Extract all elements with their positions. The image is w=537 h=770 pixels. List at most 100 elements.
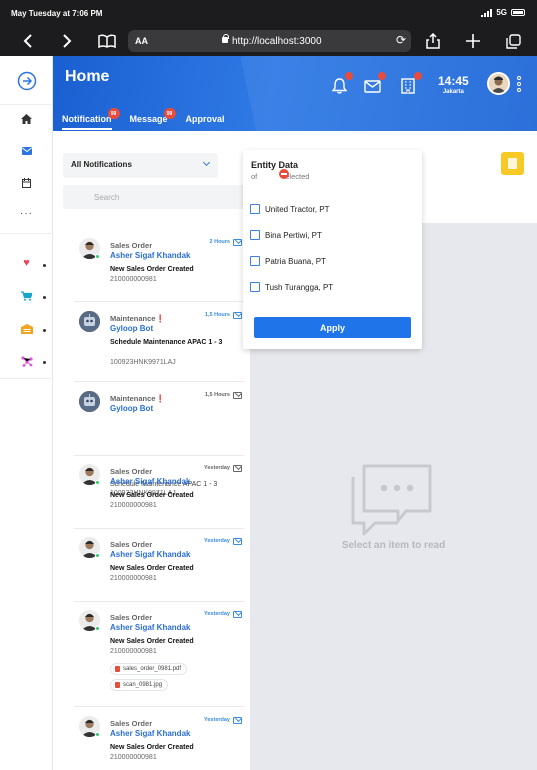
tab-notification[interactable]: Notification 99 (62, 108, 120, 130)
tab-message-badge: 99 (163, 108, 176, 119)
entity-option[interactable]: Tush Turangga, PT (250, 282, 333, 292)
new-tab-button[interactable] (462, 30, 484, 52)
notification-item[interactable]: Sales Order Asher Sigaf Khandak Yesterda… (74, 456, 244, 529)
entity-option-label: Tush Turangga, PT (265, 282, 334, 292)
address-bar[interactable]: AA http://localhost:3000 ⟳ (128, 30, 411, 52)
notification-item[interactable]: Sales Order Asher Sigaf Khandak Yesterda… (74, 529, 244, 602)
clock-time: 14:45 (438, 74, 469, 88)
notifications-button[interactable] (329, 72, 353, 96)
item-sender: Asher Sigaf Khandak (110, 251, 191, 260)
back-button[interactable] (17, 30, 39, 52)
building-badge (414, 72, 422, 80)
online-indicator (95, 553, 100, 558)
plus-icon (466, 34, 480, 48)
item-message: New Sales Order Created (110, 744, 194, 751)
notes-button[interactable] (501, 152, 524, 175)
unread-envelope-icon (233, 239, 242, 246)
home-icon (21, 114, 32, 124)
attachment-chip[interactable]: sales_order_0981.pdf (110, 663, 188, 675)
chevron-down-icon (202, 158, 211, 167)
empty-state-text: Select an item to read (341, 540, 446, 551)
entity-checkbox[interactable] (250, 230, 260, 240)
clock-city: Jakarta (442, 89, 464, 95)
bell-badge (345, 72, 353, 80)
calendar-icon (22, 178, 31, 188)
item-time: 1,5 Hours (204, 392, 230, 398)
item-reference: 210000000981 (110, 276, 157, 283)
avatar-image (489, 74, 508, 93)
share-button[interactable] (422, 30, 444, 52)
notification-item[interactable]: Maintenance❗ Gyloop Bot 1,5 Hours Schedu… (74, 303, 244, 382)
chevron-right-icon (63, 34, 72, 48)
warehouse-icon (20, 324, 33, 334)
rail-calendar[interactable] (0, 167, 53, 199)
forward-button[interactable] (56, 30, 78, 52)
world-clock: 14:45 Jakarta (438, 74, 469, 95)
item-sender: Gyloop Bot (110, 404, 154, 413)
notification-list-pane: All Notifications Sales Order Asher Siga… (53, 131, 250, 770)
note-icon (508, 158, 517, 169)
entity-checkbox[interactable] (250, 204, 260, 214)
tabs-overview-button[interactable] (502, 30, 524, 52)
bot-avatar (79, 311, 100, 332)
robot-icon (79, 311, 100, 332)
item-message: New Sales Order Created (110, 266, 194, 273)
item-category: Sales Order (110, 613, 153, 622)
item-message: New Sales Order Created (110, 492, 194, 499)
notification-filter-select[interactable]: All Notifications (63, 153, 218, 178)
rail-favorites[interactable]: ♥ (0, 247, 53, 279)
notification-item[interactable]: Sales Order Asher Sigaf Khandak Yesterda… (74, 708, 244, 770)
bookmarks-button[interactable] (96, 30, 118, 52)
attachment-name: sales_order_0981.pdf (123, 666, 182, 672)
attachment-chip[interactable]: scan_0981.jpg (110, 679, 169, 691)
robot-icon (79, 391, 100, 412)
ios-status-bar: May Tuesday at 7:06 PM 5G (0, 0, 537, 26)
cart-icon (21, 291, 32, 301)
lock-icon (222, 34, 229, 43)
chat-bubbles-icon (351, 464, 432, 536)
item-message: New Sales Order Created (110, 638, 194, 645)
reload-icon[interactable]: ⟳ (396, 33, 406, 47)
user-avatar[interactable] (487, 72, 510, 95)
item-sender: Asher Sigaf Khandak (110, 550, 191, 559)
item-category: Sales Order (110, 241, 153, 250)
text-size-button[interactable]: AA (135, 36, 148, 46)
browser-toolbar: AA http://localhost:3000 ⟳ (0, 26, 537, 56)
app-header: Home 14:45 Jakarta Notification 99 Messa… (53, 56, 537, 131)
rail-mail[interactable] (0, 135, 53, 167)
rail-home[interactable] (0, 103, 53, 135)
book-icon (98, 34, 116, 48)
notification-item[interactable]: Sales Order Asher Sigaf Khandak 2 Hours … (74, 230, 244, 302)
messages-button[interactable] (362, 72, 386, 96)
page-title: Home (65, 68, 110, 85)
item-time: 1,5 Hours (204, 312, 230, 318)
tab-message-label: Message (129, 114, 168, 124)
search-input[interactable] (63, 185, 245, 209)
entity-option[interactable]: United Tractor, PT (250, 204, 329, 214)
tab-approval[interactable]: Approval (186, 114, 225, 130)
online-indicator (95, 626, 100, 631)
unread-envelope-icon (233, 312, 242, 319)
more-menu-button[interactable] (517, 76, 521, 92)
tab-message[interactable]: Message 99 (129, 108, 176, 130)
expand-rail-button[interactable] (0, 65, 53, 97)
item-category: Maintenance❗ (110, 314, 165, 323)
mail-badge (378, 72, 386, 80)
apply-button[interactable]: Apply (254, 317, 411, 338)
status-indicators: 5G (481, 8, 525, 17)
entity-option-label: Bina Pertiwi, PT (265, 230, 322, 240)
url-text: http://localhost:3000 (232, 36, 322, 47)
bell-icon (331, 78, 347, 94)
notification-item[interactable]: Maintenance❗ Gyloop Bot 1,5 Hours Schedu… (74, 383, 244, 497)
item-time: 2 Hours (209, 239, 230, 245)
bot-avatar (79, 391, 100, 412)
rail-more[interactable]: ··· (0, 198, 53, 230)
entity-option[interactable]: Bina Pertiwi, PT (250, 230, 322, 240)
item-time: Yesterday (204, 465, 230, 471)
entity-checkbox[interactable] (250, 282, 260, 292)
entity-checkbox[interactable] (250, 256, 260, 266)
minus-circle-icon[interactable] (279, 169, 289, 179)
notification-item[interactable]: Sales Order Asher Sigaf Khandak Yesterda… (74, 602, 244, 707)
entity-option[interactable]: Patria Buana, PT (250, 256, 326, 266)
entity-button[interactable] (398, 72, 422, 96)
